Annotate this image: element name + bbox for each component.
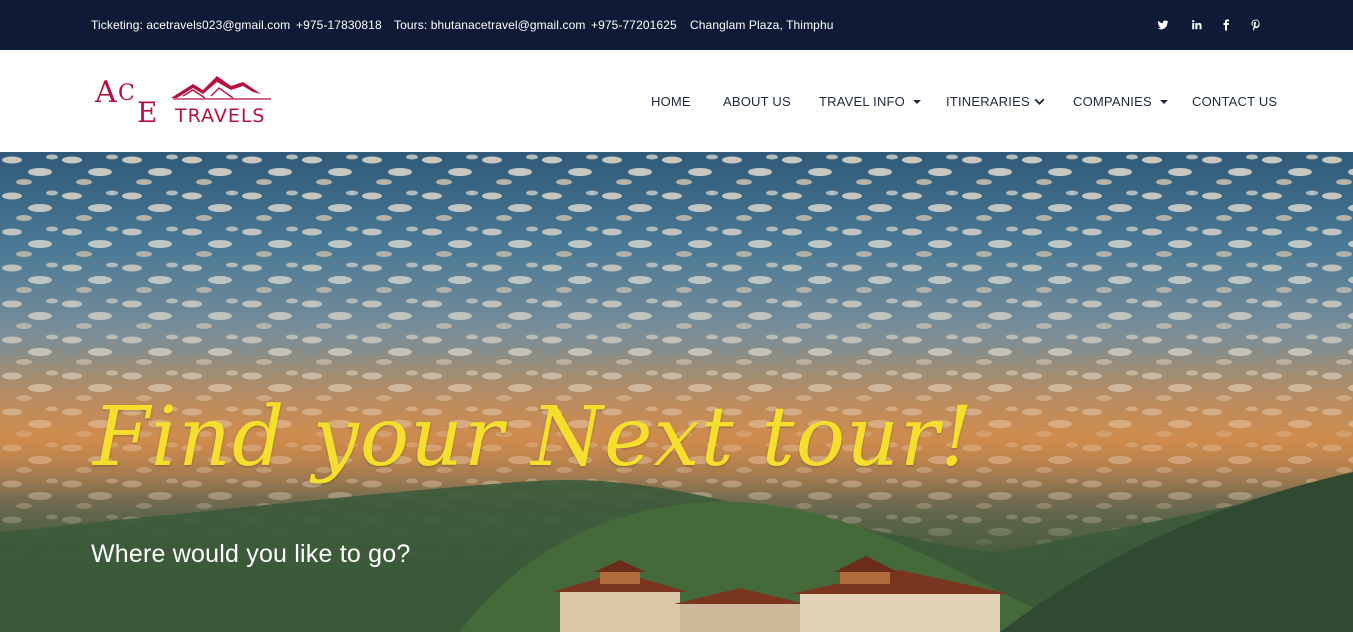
hero-headline: Find your Next tour! xyxy=(93,390,975,485)
nav-travel-info-label: TRAVEL INFO xyxy=(819,94,905,109)
hero-subheadline: Where would you like to go? xyxy=(91,540,411,568)
nav-home[interactable]: HOME xyxy=(651,94,691,109)
nav-contact-us[interactable]: CONTACT US xyxy=(1192,94,1277,109)
svg-text:TRAVELS: TRAVELS xyxy=(174,105,265,127)
nav-itineraries-label: ITINERARIES xyxy=(946,94,1030,109)
phone-number-1[interactable]: +975-17830818 xyxy=(296,18,382,32)
pinterest-icon[interactable] xyxy=(1249,18,1263,32)
top-contact-bar: Ticketing: acetravels023@gmail.com +975-… xyxy=(0,0,1353,50)
caret-down-icon xyxy=(1159,99,1168,104)
twitter-icon[interactable] xyxy=(1156,18,1170,32)
tours-email[interactable]: Tours: bhutanacetravel@gmail.com xyxy=(394,18,585,32)
ticketing-email[interactable]: Ticketing: acetravels023@gmail.com xyxy=(91,18,290,32)
nav-home-label: HOME xyxy=(651,94,691,109)
nav-travel-info[interactable]: TRAVEL INFO xyxy=(819,94,921,109)
svg-text:E: E xyxy=(137,96,157,128)
chevron-down-icon xyxy=(1034,98,1045,105)
ace-travels-logo[interactable]: A C E TRAVELS xyxy=(93,72,289,129)
nav-about-label: ABOUT US xyxy=(723,94,791,109)
nav-companies[interactable]: COMPANIES xyxy=(1073,94,1168,109)
phone-number-2[interactable]: +975-77201625 xyxy=(591,18,677,32)
nav-companies-label: COMPANIES xyxy=(1073,94,1152,109)
svg-text:C: C xyxy=(118,81,135,106)
nav-about-us[interactable]: ABOUT US xyxy=(723,94,791,109)
office-address: Changlam Plaza, Thimphu xyxy=(690,18,834,32)
main-navbar: A C E TRAVELS HOME ABOUT US TRAVEL INFO … xyxy=(0,50,1353,152)
nav-contact-label: CONTACT US xyxy=(1192,94,1278,109)
caret-down-icon xyxy=(913,99,921,104)
nav-itineraries[interactable]: ITINERARIES xyxy=(946,94,1046,109)
svg-text:A: A xyxy=(94,75,117,110)
facebook-icon[interactable] xyxy=(1219,18,1233,32)
linkedin-icon[interactable] xyxy=(1189,18,1203,32)
hero-banner: Find your Next tour! Where would you lik… xyxy=(0,152,1353,632)
